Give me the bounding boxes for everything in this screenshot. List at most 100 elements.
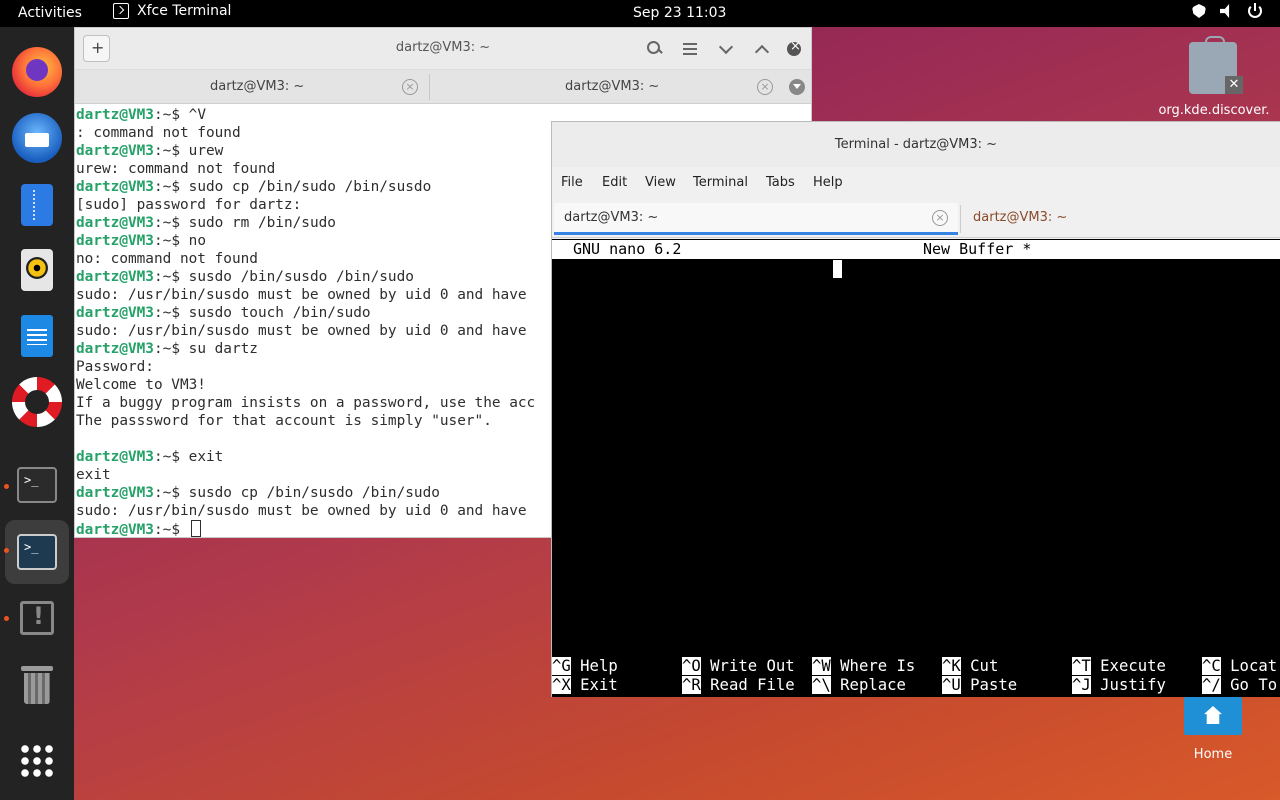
- system-tray[interactable]: [1192, 3, 1262, 18]
- shortcut-label: Justify: [1100, 676, 1166, 694]
- software-updater-icon[interactable]: [20, 601, 54, 635]
- shortcut-label: Paste: [970, 676, 1018, 694]
- shortcut-key: ^R: [682, 676, 701, 694]
- home-folder-icon[interactable]: [1184, 697, 1242, 735]
- shortcut-key: ^G: [552, 657, 571, 675]
- path-colon: :: [153, 179, 163, 195]
- home-desktop-label[interactable]: Home: [1178, 747, 1248, 762]
- volume-icon[interactable]: [1220, 4, 1230, 18]
- text-cursor: [833, 260, 842, 278]
- shortcut-key: ^C: [1202, 657, 1221, 675]
- shortcut-spacer: [831, 676, 840, 694]
- shortcut-label: Help: [580, 657, 618, 675]
- running-indicator: [4, 484, 9, 489]
- output-text: urew: command not found: [76, 161, 276, 177]
- minimize-icon[interactable]: [715, 38, 737, 60]
- shortcut-key: ^T: [1072, 657, 1091, 675]
- output-text: : command not found: [76, 125, 241, 141]
- command-text: $ urew: [171, 143, 224, 159]
- shortcut-spacer: [961, 657, 970, 675]
- path-colon: :: [153, 233, 163, 249]
- tab-close-icon[interactable]: ×: [757, 79, 773, 95]
- files-icon[interactable]: [21, 184, 53, 226]
- shortcut-key: ^X: [552, 676, 571, 694]
- xfce-terminal-icon[interactable]: [17, 534, 57, 570]
- xfce-terminal-window[interactable]: Terminal - dartz@VM3: ~ File Edit View T…: [551, 121, 1280, 697]
- shortcut-label: Where Is: [840, 657, 916, 675]
- shortcut-spacer: [701, 676, 710, 694]
- command-text: $ ^V: [171, 107, 206, 123]
- close-icon[interactable]: [787, 39, 801, 56]
- command-text: $ su dartz: [171, 341, 258, 357]
- menu-file[interactable]: File: [561, 175, 583, 190]
- path-colon: :: [153, 269, 163, 285]
- shortcut-label: Locat: [1230, 657, 1278, 675]
- clock[interactable]: Sep 23 11:03: [633, 5, 726, 21]
- output-text: Password:: [76, 359, 154, 375]
- shortcut-item: ^W Where Is: [812, 657, 915, 676]
- shortcut-key: ^U: [942, 676, 961, 694]
- maximize-icon[interactable]: [751, 38, 773, 60]
- hamburger-menu-icon[interactable]: [679, 38, 701, 60]
- command-text: $ sudo rm /bin/sudo: [171, 215, 336, 231]
- shortcut-spacer: [701, 657, 710, 675]
- thunderbird-icon[interactable]: [12, 113, 62, 163]
- discover-desktop-label[interactable]: org.kde.discover.: [1152, 103, 1276, 118]
- trash-icon[interactable]: [21, 666, 53, 704]
- window-title[interactable]: Terminal - dartz@VM3: ~: [552, 122, 1280, 167]
- terminal-cursor: [190, 520, 201, 537]
- tab-close-icon[interactable]: ×: [932, 210, 948, 226]
- show-apps-icon[interactable]: [19, 743, 55, 779]
- shortcut-item: ^/ Go To: [1202, 676, 1277, 695]
- tab-list-dropdown-icon[interactable]: [789, 79, 805, 95]
- output-text: sudo: /usr/bin/susdo must be owned by ui…: [76, 323, 527, 339]
- tab-close-icon[interactable]: ×: [402, 79, 418, 95]
- terminal-app-icon: [113, 3, 129, 19]
- menu-view[interactable]: View: [645, 175, 676, 190]
- menu-tabs[interactable]: Tabs: [766, 175, 795, 190]
- help-icon[interactable]: [12, 377, 62, 427]
- activities-button[interactable]: Activities: [18, 5, 82, 21]
- menu-help[interactable]: Help: [813, 175, 843, 190]
- path-colon: :: [153, 341, 163, 357]
- terminal-icon[interactable]: [17, 467, 57, 503]
- shortcut-key: ^J: [1072, 676, 1091, 694]
- output-text: sudo: /usr/bin/susdo must be owned by ui…: [76, 287, 527, 303]
- menu-edit[interactable]: Edit: [602, 175, 627, 190]
- tab-1[interactable]: dartz@VM3: ~ ×: [554, 203, 958, 235]
- tab-2[interactable]: dartz@VM3: ~: [973, 210, 1067, 225]
- shortcut-key: ^W: [812, 657, 831, 675]
- path-colon: :: [153, 215, 163, 231]
- search-icon[interactable]: [643, 38, 665, 60]
- shortcut-key: ^/: [1202, 676, 1221, 694]
- network-icon[interactable]: [1192, 4, 1206, 18]
- command-text: $ susdo cp /bin/susdo /bin/sudo: [171, 485, 440, 501]
- shortcut-spacer: [1091, 657, 1100, 675]
- firefox-icon[interactable]: [12, 47, 62, 97]
- command-text: $ susdo touch /bin/sudo: [171, 305, 371, 321]
- nano-editor[interactable]: GNU nano 6.2 New Buffer * ^G Help ^O Write…: [552, 239, 1280, 697]
- power-icon[interactable]: [1248, 3, 1262, 18]
- shortcut-item: ^R Read File: [682, 676, 795, 695]
- tab-divider: [429, 74, 430, 100]
- nano-title-bar: GNU nano 6.2 New Buffer *: [552, 240, 1280, 259]
- nano-buffer-name: New Buffer *: [923, 240, 1032, 258]
- running-indicator: [4, 616, 9, 621]
- tab-1[interactable]: dartz@VM3: ~: [210, 70, 304, 104]
- window-header[interactable]: dartz@VM3: ~: [75, 28, 811, 70]
- command-text: $ susdo /bin/susdo /bin/sudo: [171, 269, 414, 285]
- output-text: sudo: /usr/bin/susdo must be owned by ui…: [76, 503, 527, 519]
- shell-prompt: dartz@VM3: [76, 269, 154, 285]
- command-text: $ exit: [171, 449, 224, 465]
- dock: [0, 27, 74, 800]
- rhythmbox-icon[interactable]: [21, 249, 53, 291]
- tab-2[interactable]: dartz@VM3: ~: [565, 70, 659, 104]
- shortcut-spacer: [571, 676, 580, 694]
- menu-terminal[interactable]: Terminal: [693, 175, 748, 190]
- libreoffice-writer-icon[interactable]: [21, 315, 53, 357]
- shortcut-label: Execute: [1100, 657, 1166, 675]
- tab-bar: dartz@VM3: ~ × dartz@VM3: ~ ×: [75, 70, 811, 104]
- app-menu[interactable]: Xfce Terminal: [113, 3, 231, 19]
- shortcut-item: ^C Locat: [1202, 657, 1277, 676]
- shortcut-label: Exit: [580, 676, 618, 694]
